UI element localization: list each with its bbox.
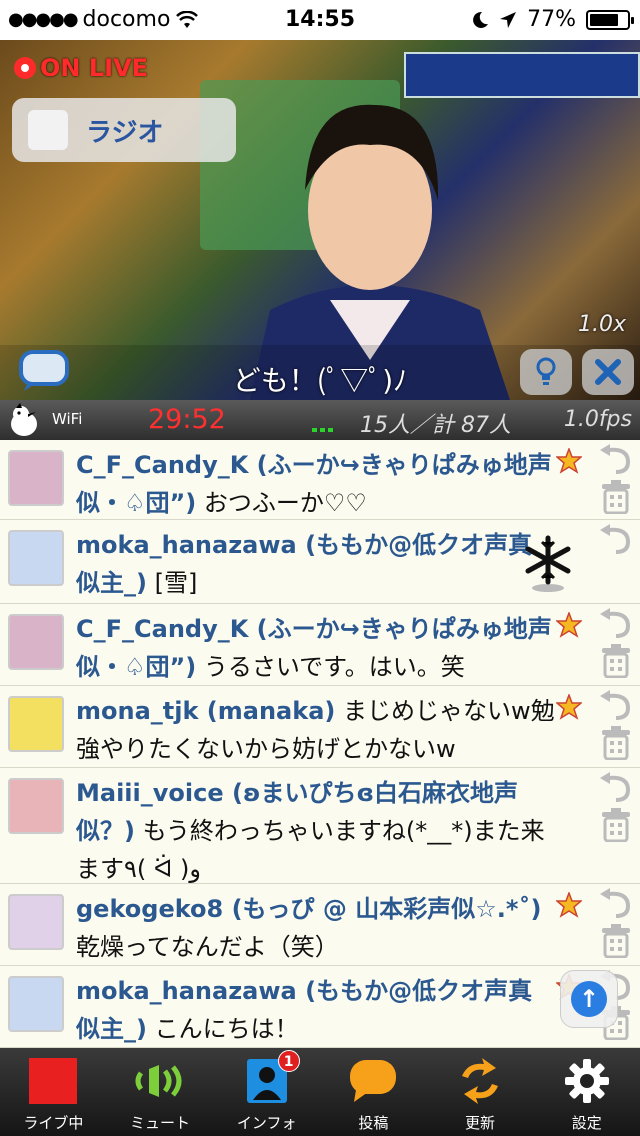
comment-text: 乾燥ってなんだよ（笑） [76, 933, 339, 961]
tab-info[interactable]: 1 インフォ [213, 1048, 320, 1136]
avatar[interactable] [8, 778, 64, 834]
battery-percent: 77% [527, 7, 576, 32]
comment-row[interactable]: moka_hanazawa (ももか@低クオ声真似主_) [雪] [0, 520, 640, 604]
reply-arrow-icon[interactable] [598, 888, 634, 918]
radio-checkbox[interactable] [28, 110, 68, 150]
avatar[interactable] [8, 894, 64, 950]
trash-icon[interactable] [600, 644, 632, 678]
lightbulb-icon [536, 357, 556, 385]
gear-icon [560, 1056, 614, 1106]
audio-level-meter [312, 428, 334, 432]
comment-text: [雪] [154, 569, 198, 597]
comment-message: gekogeko8 (もっぴ @ 山本彩声似☆.*˚) 乾燥ってなんだよ（笑） [76, 890, 556, 966]
trash-icon[interactable] [600, 726, 632, 760]
comment-text: もう終わっちゃいますね(*__*)また来ます٩( ᐛ )و [76, 817, 545, 883]
elapsed-timer: 29:52 [148, 404, 226, 435]
bird-mascot-icon [11, 403, 37, 436]
record-dot-icon [14, 57, 36, 79]
tab-post[interactable]: 投稿 [320, 1048, 427, 1136]
comment-row[interactable]: Maiii_voice (ʚまいぴちɞ白石麻衣地声似？) もう終わっちゃいますね… [0, 768, 640, 884]
comment-row[interactable]: gekogeko8 (もっぴ @ 山本彩声似☆.*˚) 乾燥ってなんだよ（笑） [0, 884, 640, 966]
snowflake-stamp-icon [525, 535, 571, 592]
tab-live[interactable]: ライブ中 [0, 1048, 107, 1136]
tab-label: インフォ [236, 1114, 297, 1132]
refresh-icon [453, 1056, 507, 1106]
comment-message: C_F_Candy_K (ふーか↪きゃりぱみゅ地声似・♤団”) おつふーか♡♡ [76, 446, 556, 522]
comment-text: うるさいです。はい。笑 [203, 653, 465, 681]
avatar[interactable] [8, 696, 64, 752]
close-icon [595, 359, 621, 385]
avatar[interactable] [8, 614, 64, 670]
network-type: WiFi [52, 410, 83, 428]
comment-username[interactable]: mona_tjk (manaka) [76, 697, 335, 725]
reply-arrow-icon[interactable] [598, 690, 634, 720]
star-badge-icon [556, 612, 582, 638]
comment-message: moka_hanazawa (ももか@低クオ声真似主_) こんにちは！ [76, 972, 556, 1048]
reply-arrow-icon[interactable] [598, 772, 634, 802]
close-overlay-button[interactable] [582, 349, 634, 395]
comment-text: こんにちは！ [154, 1015, 299, 1043]
avatar[interactable] [8, 450, 64, 506]
scroll-to-top-button[interactable]: ↑ [560, 970, 618, 1028]
zoom-level: 1.0x [577, 312, 626, 337]
on-live-indicator: ON LIVE [14, 54, 148, 82]
location-arrow-icon [500, 11, 517, 28]
viewer-count: 15人／計 87人 [360, 413, 511, 438]
status-bar: ●●●●● docomo 14:55 77% [0, 0, 640, 40]
broadcast-info-bar: WiFi 29:52 15人／計 87人 1.0fps [0, 400, 640, 440]
battery-icon [586, 9, 634, 30]
tab-bar: ライブ中 ミュート 1 インフォ 投稿 更新 設定 [0, 1048, 640, 1136]
on-live-label: ON LIVE [40, 54, 149, 82]
trash-icon[interactable] [600, 924, 632, 958]
comment-row[interactable]: mona_tjk (manaka) まじめじゃないw勉強やりたくないから妨げとか… [0, 686, 640, 768]
radio-label: ラジオ [86, 117, 164, 148]
broadcast-ticker [404, 52, 640, 98]
info-person-icon: 1 [240, 1050, 300, 1106]
comment-row[interactable]: C_F_Candy_K (ふーか↪きゃりぱみゅ地声似・♤団”) うるさいです。は… [0, 604, 640, 686]
reply-arrow-icon[interactable] [598, 524, 634, 554]
do-not-disturb-moon-icon [473, 11, 489, 28]
comment-username[interactable]: moka_hanazawa (ももか@低クオ声真似主_) [76, 531, 532, 597]
comment-username[interactable]: moka_hanazawa (ももか@低クオ声真似主_) [76, 977, 532, 1043]
tab-settings[interactable]: 設定 [533, 1048, 640, 1136]
post-bubble-icon [346, 1056, 400, 1106]
reply-arrow-icon[interactable] [598, 444, 634, 474]
tab-label: 更新 [465, 1114, 496, 1132]
comment-username[interactable]: gekogeko8 (もっぴ @ 山本彩声似☆.*˚) [76, 895, 541, 923]
tab-label: 投稿 [358, 1114, 389, 1132]
reply-arrow-icon[interactable] [598, 608, 634, 638]
tab-refresh[interactable]: 更新 [427, 1048, 534, 1136]
comment-message: moka_hanazawa (ももか@低クオ声真似主_) [雪] [76, 526, 556, 602]
avatar[interactable] [8, 976, 64, 1032]
comment-text: おつふーか♡♡ [203, 489, 367, 517]
comment-list[interactable]: C_F_Candy_K (ふーか↪きゃりぱみゅ地声似・♤団”) おつふーか♡♡ m… [0, 440, 640, 1048]
live-square-icon [26, 1056, 80, 1106]
comment-row[interactable]: moka_hanazawa (ももか@低クオ声真似主_) こんにちは！ [0, 966, 640, 1048]
mute-speaker-icon [133, 1056, 187, 1106]
avatar[interactable] [8, 530, 64, 586]
arrow-up-icon: ↑ [571, 981, 607, 1017]
hint-button[interactable] [520, 349, 572, 395]
star-badge-icon [556, 448, 582, 474]
comment-message: C_F_Candy_K (ふーか↪きゃりぱみゅ地声似・♤団”) うるさいです。は… [76, 610, 556, 686]
comment-message: Maiii_voice (ʚまいぴちɞ白石麻衣地声似？) もう終わっちゃいますね… [76, 774, 556, 888]
tab-label: ライブ中 [23, 1114, 84, 1132]
comment-overlay-bar: ども！(ﾟ▽ﾟ)ﾉ [0, 345, 640, 400]
tab-label: ミュート [130, 1114, 191, 1132]
notification-badge: 1 [277, 1050, 300, 1072]
comment-message: mona_tjk (manaka) まじめじゃないw勉強やりたくないから妨げとか… [76, 692, 556, 768]
star-badge-icon [556, 892, 582, 918]
trash-icon[interactable] [600, 808, 632, 842]
star-badge-icon [556, 694, 582, 720]
tab-label: 設定 [571, 1114, 602, 1132]
trash-icon[interactable] [600, 480, 632, 514]
radio-mode-button[interactable]: ラジオ [12, 98, 236, 162]
frame-rate: 1.0fps [563, 407, 632, 432]
tab-mute[interactable]: ミュート [107, 1048, 214, 1136]
comment-row[interactable]: C_F_Candy_K (ふーか↪きゃりぱみゅ地声似・♤団”) おつふーか♡♡ [0, 440, 640, 520]
